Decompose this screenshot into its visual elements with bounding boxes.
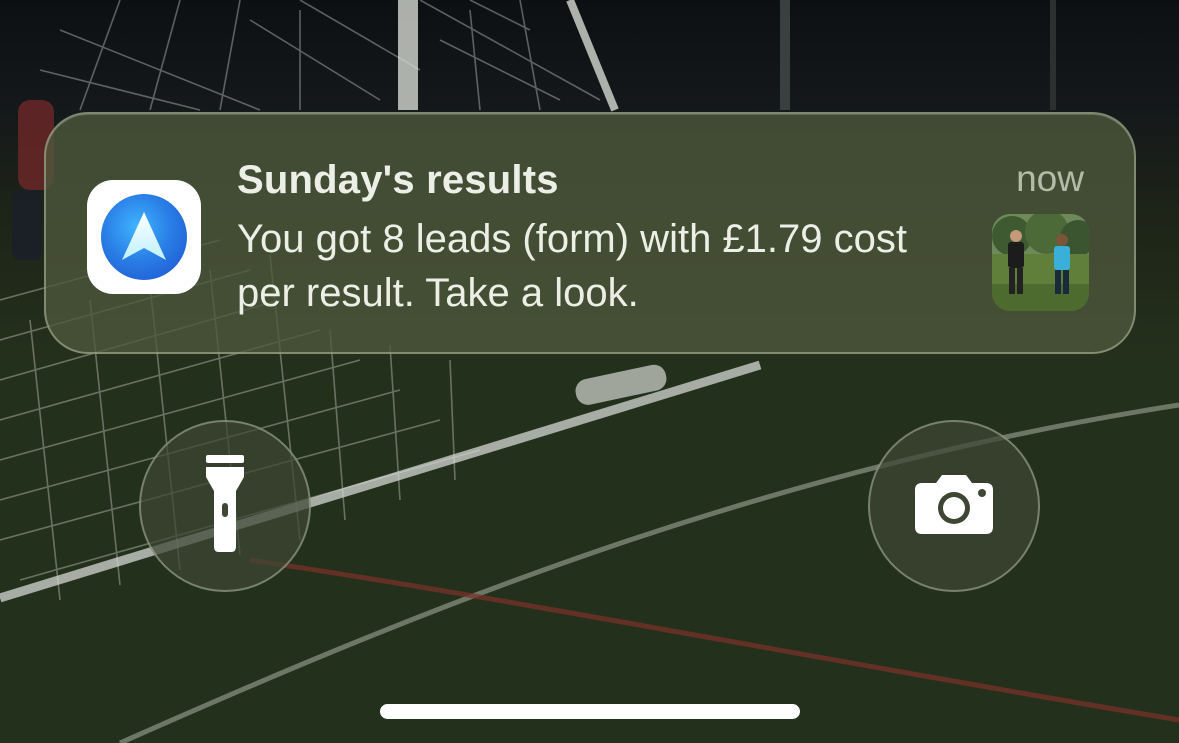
camera-icon [914,473,994,540]
notification-body: You got 8 leads (form) with £1.79 cost p… [237,217,907,315]
notification-banner[interactable]: Sunday's results now You got 8 leads (fo… [44,112,1136,354]
navigation-arrow-icon [101,194,187,280]
flashlight-button[interactable] [139,420,311,592]
notification-thumbnail [992,214,1089,311]
flashlight-icon [205,454,245,558]
notification-title: Sunday's results [237,158,559,202]
home-indicator[interactable] [380,704,800,719]
camera-button[interactable] [868,420,1040,592]
notification-timestamp: now [1016,158,1084,199]
app-icon [87,180,201,294]
